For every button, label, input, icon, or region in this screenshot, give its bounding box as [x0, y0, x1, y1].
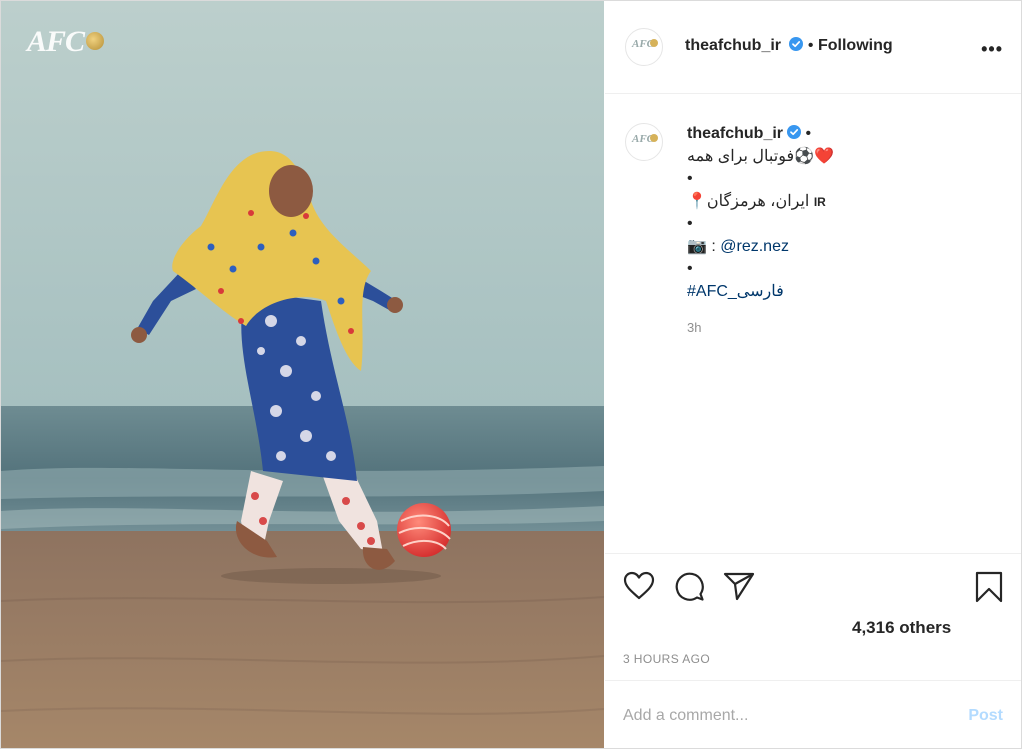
- more-options-icon[interactable]: •••: [981, 39, 1003, 60]
- avatar[interactable]: AFC: [625, 28, 663, 66]
- caption-location: 📍ایران، هرمزگان IR: [687, 191, 987, 214]
- like-heart-icon[interactable]: [623, 571, 655, 601]
- caption-time[interactable]: 3h: [687, 320, 701, 335]
- credit-separator: :: [706, 237, 721, 255]
- post-photo[interactable]: AFC: [1, 1, 604, 748]
- location-text: ایران، هرمزگان: [706, 192, 810, 210]
- comment-bubble-icon[interactable]: [673, 571, 705, 603]
- caption-verified-icon: [787, 125, 802, 139]
- caption-avatar-logo-emblem: [650, 134, 658, 142]
- following-button[interactable]: Following: [818, 37, 893, 54]
- post-header: AFC theafchub_ir • Following •••: [605, 1, 1021, 94]
- camera-emoji: 📷: [687, 237, 707, 255]
- header-username[interactable]: theafchub_ir: [685, 37, 781, 54]
- caption-bullet: •: [687, 170, 693, 187]
- flag-ir: IR: [813, 194, 826, 209]
- comment-bar: Post: [605, 680, 1021, 748]
- avatar-logo-emblem: [650, 39, 658, 47]
- afc-logo-watermark: AFC: [27, 25, 105, 59]
- header-separator: •: [807, 37, 814, 54]
- post-side-panel: AFC theafchub_ir • Following ••• AFC the…: [605, 1, 1021, 748]
- afc-logo-text: AFC: [27, 25, 85, 58]
- share-send-icon[interactable]: [723, 571, 755, 601]
- caption-area: AFC theafchub_ir • فوتبال برای همه⚽❤️ • …: [605, 93, 1021, 553]
- caption-trailing-dot: •: [805, 125, 812, 142]
- caption-text: theafchub_ir • فوتبال برای همه⚽❤️ • 📍ایر…: [687, 123, 987, 303]
- post-comment-button[interactable]: Post: [968, 707, 1003, 725]
- pin-emoji: 📍: [687, 192, 707, 210]
- save-bookmark-icon[interactable]: [975, 571, 1003, 603]
- caption-credit: 📷 : @rez.nez: [687, 236, 987, 259]
- caption-bullet: •: [687, 215, 693, 232]
- caption-username[interactable]: theafchub_ir: [687, 125, 783, 142]
- caption-hashtag-line: #AFC_فارسی: [687, 281, 987, 304]
- beach-football-photo: [1, 1, 604, 748]
- afc-logo-emblem: [86, 32, 105, 51]
- caption-bullet: •: [687, 260, 693, 277]
- photo-credit-link[interactable]: @rez.nez: [720, 238, 789, 255]
- header-user-line: theafchub_ir • Following: [685, 37, 893, 55]
- caption-avatar[interactable]: AFC: [625, 123, 663, 161]
- caption-line-1: فوتبال برای همه⚽❤️: [687, 146, 987, 169]
- post-timestamp[interactable]: 3 HOURS AGO: [623, 652, 710, 666]
- action-bar: 4,316 others 3 HOURS AGO: [605, 553, 1021, 680]
- comment-input[interactable]: [623, 703, 943, 729]
- likes-count[interactable]: 4,316 others: [852, 618, 951, 638]
- hashtag-link[interactable]: #AFC_فارسی: [687, 283, 784, 300]
- post-dialog: AFC AFC theafchub_ir • Following ••• AFC: [0, 0, 1022, 749]
- ball-heart-emoji: ⚽❤️: [794, 147, 834, 165]
- verified-icon: [789, 37, 804, 51]
- caption-line-1-text: فوتبال برای همه: [687, 147, 795, 165]
